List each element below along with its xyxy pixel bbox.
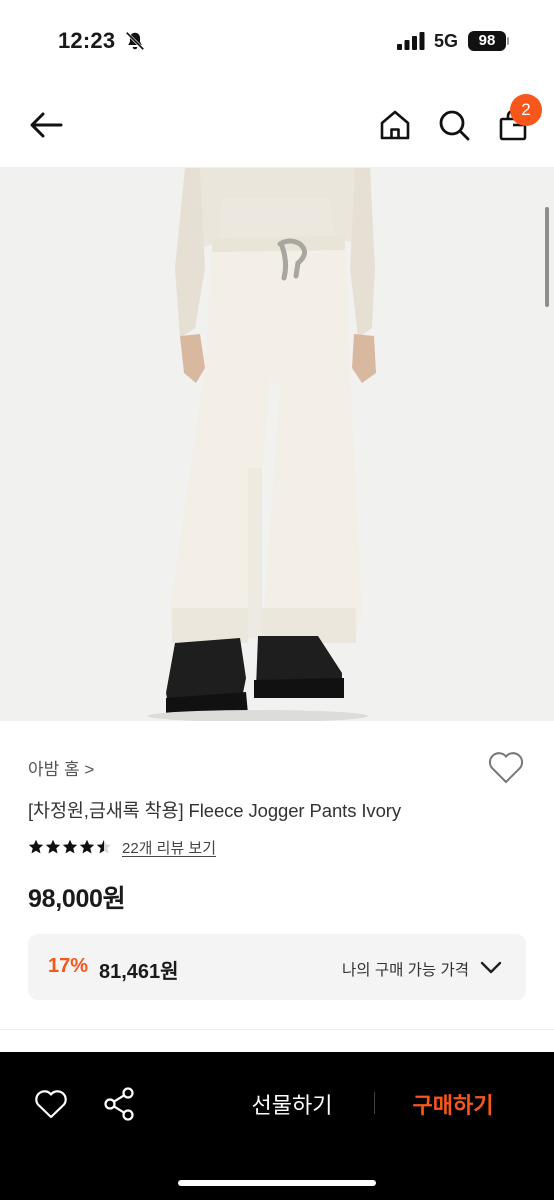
buy-button[interactable]: 구매하기: [386, 1088, 520, 1120]
discount-price: 81,461원: [99, 961, 179, 983]
bar-separator: [374, 1092, 375, 1114]
product-image[interactable]: [0, 168, 554, 721]
bottom-action-bar: 선물하기 구매하기: [0, 1052, 554, 1200]
product-price: 98,000원: [28, 885, 126, 913]
gift-button[interactable]: 선물하기: [222, 1088, 362, 1120]
review-link[interactable]: 22개 리뷰 보기: [122, 837, 216, 858]
rating-stars: [28, 839, 112, 855]
product-title: [차정원,금새록 착용] Fleece Jogger Pants Ivory: [28, 800, 401, 821]
bell-slash-icon: [125, 31, 145, 51]
cellular-signal-icon: [397, 32, 425, 50]
star-icon: [45, 839, 61, 854]
battery-indicator: 98: [468, 31, 506, 51]
scroll-indicator[interactable]: [545, 207, 549, 307]
heart-icon[interactable]: [487, 749, 525, 785]
product-photo: [0, 168, 554, 721]
star-icon: [96, 839, 112, 854]
star-icon: [62, 839, 78, 854]
my-price-label: 나의 구매 가능 가격: [342, 962, 469, 979]
app-header: [0, 84, 554, 168]
battery-cap: [507, 37, 509, 45]
rating-row: 22개 리뷰 보기: [28, 837, 216, 857]
status-bar: 12:23 5G 98: [0, 0, 554, 84]
share-icon[interactable]: [102, 1086, 136, 1122]
star-icon: [28, 839, 44, 854]
section-divider: [0, 1029, 554, 1030]
chevron-down-icon[interactable]: [479, 957, 503, 977]
cart-count-badge[interactable]: 2: [510, 94, 542, 126]
home-indicator[interactable]: [178, 1180, 376, 1186]
status-time: 12:23: [58, 28, 116, 53]
my-price-box[interactable]: 17% 81,461원 나의 구매 가능 가격: [28, 934, 526, 1000]
home-icon[interactable]: [378, 108, 412, 142]
search-icon[interactable]: [437, 108, 471, 142]
star-icon: [79, 839, 95, 854]
back-arrow-icon[interactable]: [28, 110, 64, 140]
network-type: 5G: [434, 31, 459, 51]
heart-icon[interactable]: [34, 1088, 68, 1120]
brand-link[interactable]: 아밤 홈 >: [28, 755, 94, 780]
discount-rate: 17%: [48, 955, 89, 977]
